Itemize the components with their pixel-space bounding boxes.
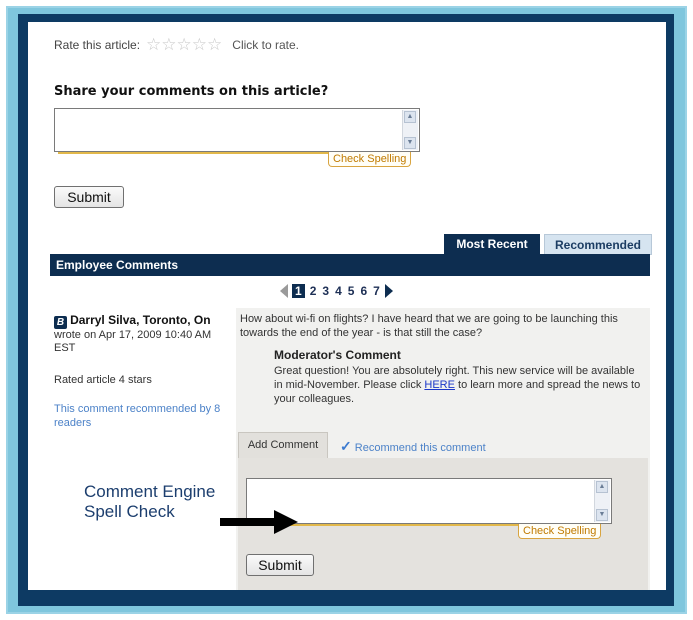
page-link[interactable]: 2: [309, 284, 318, 298]
share-comments-title: Share your comments on this article?: [54, 84, 329, 99]
comment-textarea[interactable]: ▲ ▼: [54, 108, 420, 152]
here-link[interactable]: HERE: [424, 379, 455, 391]
annotation-label: Comment Engine Spell Check: [84, 482, 215, 522]
rating-stars[interactable]: ☆ ☆ ☆ ☆ ☆: [146, 36, 222, 53]
recommend-comment-link[interactable]: ✓ Recommend this comment: [340, 438, 486, 455]
comment-author: B Darryl Silva, Toronto, On wrote on Apr…: [54, 314, 234, 355]
reply-check-spelling-link[interactable]: Check Spelling: [518, 524, 602, 539]
employee-comments-header: Employee Comments: [50, 254, 650, 276]
moderator-comment-title: Moderator's Comment: [274, 348, 401, 362]
star-icon[interactable]: ☆: [161, 36, 176, 53]
star-icon[interactable]: ☆: [177, 36, 192, 53]
page-link[interactable]: 5: [347, 284, 356, 298]
star-icon[interactable]: ☆: [192, 36, 207, 53]
prev-page-icon[interactable]: [280, 284, 288, 298]
rating-row: Rate this article: ☆ ☆ ☆ ☆ ☆ Click to ra…: [54, 36, 299, 53]
star-icon[interactable]: ☆: [146, 36, 161, 53]
page-link[interactable]: 7: [372, 284, 381, 298]
reply-submit-button[interactable]: Submit: [246, 554, 314, 576]
submit-button[interactable]: Submit: [54, 186, 124, 208]
rating-label: Rate this article:: [54, 38, 141, 52]
scroll-up-icon[interactable]: ▲: [404, 111, 416, 123]
recommended-count: This comment recommended by 8 readers: [54, 403, 221, 429]
click-to-rate-text: Click to rate.: [232, 38, 299, 52]
annotation-line-1: Comment Engine: [84, 482, 216, 501]
star-icon[interactable]: ☆: [207, 36, 222, 53]
checkmark-icon: ✓: [340, 438, 352, 454]
comment-timestamp: wrote on Apr 17, 2009 10:40 AM EST: [54, 329, 212, 354]
annotation-line-2: Spell Check: [84, 502, 175, 521]
tab-add-comment[interactable]: Add Comment: [238, 432, 328, 458]
annotation-arrow-icon: [220, 510, 298, 534]
check-spelling-link[interactable]: Check Spelling: [328, 152, 412, 167]
textarea-scrollbar[interactable]: ▲ ▼: [402, 110, 418, 150]
article-comments-panel: Rate this article: ☆ ☆ ☆ ☆ ☆ Click to ra…: [28, 22, 666, 590]
page-link[interactable]: 6: [359, 284, 368, 298]
blog-badge-icon: B: [54, 316, 67, 329]
reply-scrollbar[interactable]: ▲ ▼: [594, 480, 610, 522]
scroll-down-icon[interactable]: ▼: [404, 137, 416, 149]
spell-underline: [58, 152, 328, 154]
page-link[interactable]: 4: [334, 284, 343, 298]
next-page-icon[interactable]: [384, 284, 393, 298]
recommend-comment-label: Recommend this comment: [354, 442, 486, 454]
comment-text: How about wi-fi on flights? I have heard…: [240, 313, 618, 339]
moderator-comment-text: Great question! You are absolutely right…: [274, 364, 646, 406]
pagination: 1 2 3 4 5 6 7: [280, 284, 393, 298]
scroll-up-icon[interactable]: ▲: [596, 481, 608, 493]
author-rating: Rated article 4 stars: [54, 374, 152, 386]
page-link[interactable]: 3: [321, 284, 330, 298]
tab-recommended[interactable]: Recommended: [544, 234, 652, 255]
tab-most-recent[interactable]: Most Recent: [444, 234, 540, 255]
author-name: Darryl Silva, Toronto, On: [70, 313, 211, 327]
scroll-down-icon[interactable]: ▼: [596, 509, 608, 521]
page-link-current[interactable]: 1: [292, 284, 305, 298]
reply-textarea[interactable]: ▲ ▼: [246, 478, 612, 524]
